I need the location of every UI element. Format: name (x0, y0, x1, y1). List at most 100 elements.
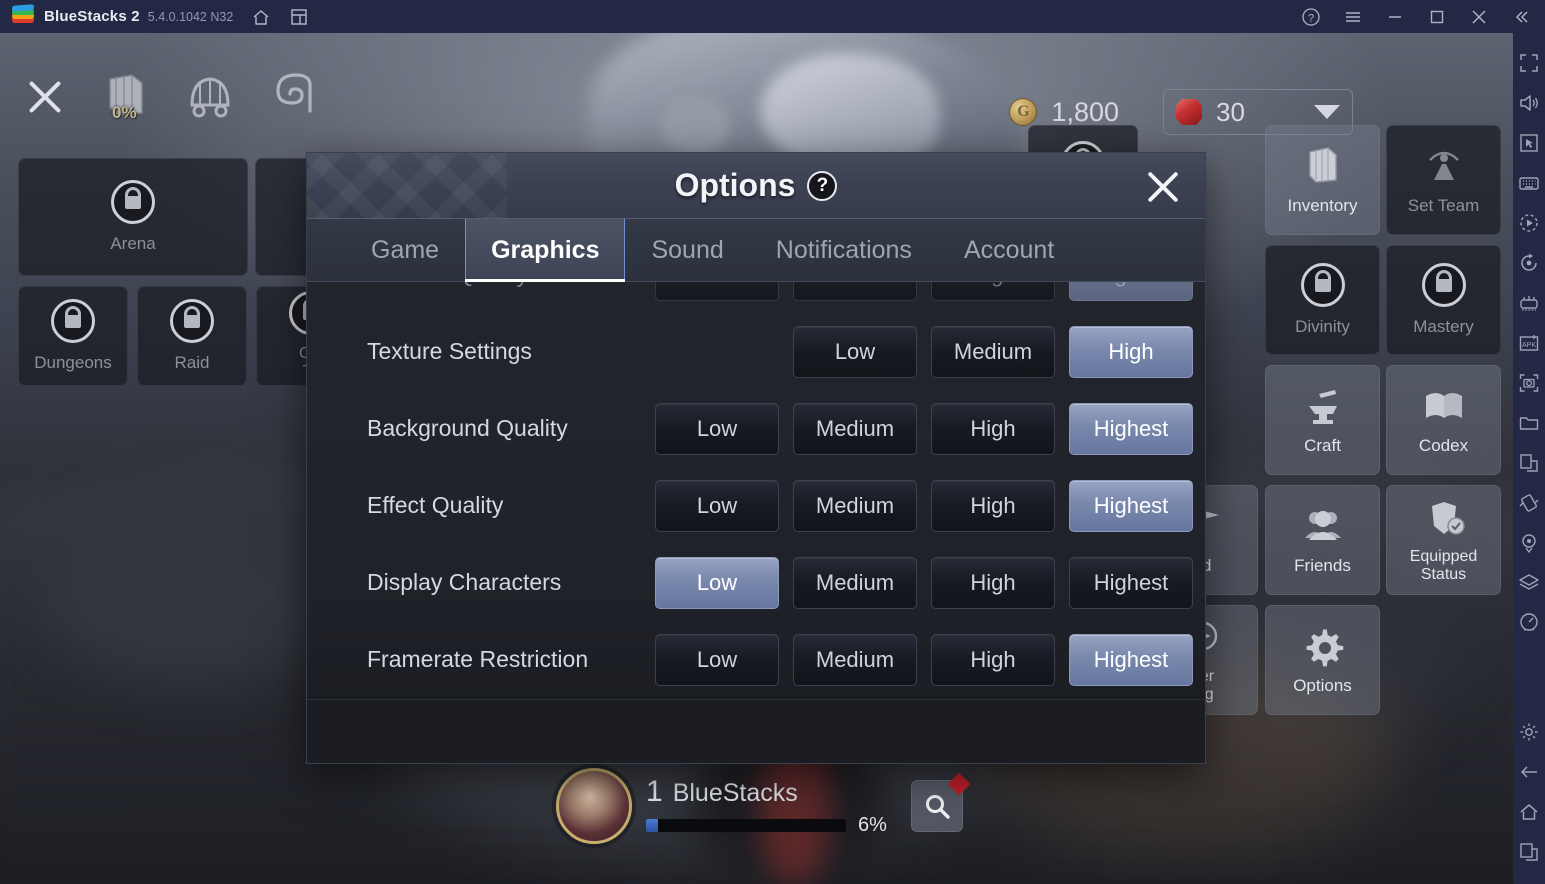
chevron-down-icon[interactable] (1314, 105, 1340, 119)
search-button[interactable] (910, 772, 971, 832)
game-tile-options[interactable]: Options (1265, 605, 1380, 715)
setting-options: Low Medium High (793, 325, 1193, 378)
rotate-icon[interactable] (1518, 252, 1540, 274)
game-tile-equipped-status[interactable]: Equipped Status (1386, 485, 1501, 595)
gamepad-icon[interactable] (1518, 292, 1540, 314)
lock-icon (1421, 263, 1466, 308)
game-tile-mastery[interactable]: Mastery (1386, 245, 1501, 355)
setting-option-button[interactable]: High (931, 556, 1055, 609)
lock-icon (111, 180, 155, 225)
setting-option-button[interactable]: High (931, 479, 1055, 532)
setting-option-button[interactable]: High (931, 282, 1055, 301)
tab-notifications[interactable]: Notifications (750, 219, 938, 281)
bluestacks-logo-icon (12, 3, 34, 28)
help-icon[interactable]: ? (807, 170, 838, 201)
setting-options: Low Medium High Highest (655, 282, 1193, 301)
layers-icon[interactable] (1518, 572, 1540, 594)
settings-gear-icon[interactable] (1518, 721, 1540, 743)
game-tile-arena[interactable]: Arena (18, 158, 248, 276)
game-close-button[interactable] (20, 71, 70, 121)
xp-percent-label: 6% (858, 814, 887, 836)
game-tile-set-team[interactable]: Set Team (1386, 125, 1501, 235)
help-icon[interactable]: ? (1301, 7, 1321, 27)
game-tile-dungeons[interactable]: Dungeons (18, 286, 128, 386)
menu-icon[interactable] (1343, 7, 1363, 27)
setting-option-button[interactable]: High (931, 402, 1055, 455)
setting-option-button[interactable]: Highest (1069, 402, 1193, 455)
meter-icon[interactable] (1518, 612, 1540, 634)
game-tile-raid[interactable]: Raid (137, 286, 247, 386)
game-tile-codex[interactable]: Codex (1386, 365, 1501, 475)
setting-option-button[interactable]: Medium (793, 556, 917, 609)
fullscreen-icon[interactable] (1518, 52, 1540, 74)
shake-icon[interactable] (1518, 492, 1540, 514)
tab-sound[interactable]: Sound (625, 219, 749, 281)
setting-option-button[interactable]: Highest (1069, 556, 1193, 609)
setting-option-button[interactable]: Low (655, 402, 779, 455)
setting-options: Low Medium High Highest (655, 402, 1193, 455)
portal-spiral-icon[interactable] (266, 71, 322, 121)
game-tile-friends[interactable]: Friends (1265, 485, 1380, 595)
gold-amount: 1,800 (1051, 96, 1119, 127)
gem-icon (1176, 99, 1202, 125)
folder-icon[interactable] (1518, 412, 1540, 434)
game-tile-craft[interactable]: Craft (1265, 365, 1380, 475)
install-apk-icon[interactable]: APK (1518, 332, 1540, 354)
setting-option-button[interactable]: Highest (1069, 282, 1193, 301)
multi-instance-icon[interactable] (289, 7, 309, 27)
scenery-tree (660, 95, 730, 155)
setting-option-button[interactable]: Medium (793, 479, 917, 532)
dialog-footer (307, 699, 1205, 763)
keyboard-icon[interactable] (1518, 172, 1540, 194)
caravan-icon[interactable] (182, 71, 238, 121)
tab-game[interactable]: Game (345, 219, 465, 281)
volume-icon[interactable] (1518, 92, 1540, 114)
tile-label: Codex (1418, 436, 1469, 456)
setting-option-button[interactable]: Medium (793, 402, 917, 455)
setting-option-button[interactable]: High (1069, 325, 1193, 378)
setting-option-button[interactable]: High (931, 633, 1055, 686)
location-icon[interactable] (1518, 532, 1540, 554)
game-tile-inventory[interactable]: Inventory (1265, 125, 1380, 235)
home-icon[interactable] (1518, 801, 1540, 823)
multi-instance-icon[interactable] (1518, 452, 1540, 474)
back-icon[interactable] (1518, 761, 1540, 783)
setting-option-button[interactable]: Low (793, 325, 917, 378)
setting-row: Background Quality Low Medium High Highest (307, 390, 1205, 467)
setting-option-button[interactable]: Low (655, 282, 779, 301)
tile-label: Dungeons (34, 353, 112, 373)
setting-option-button[interactable]: Medium (793, 633, 917, 686)
avatar[interactable] (556, 768, 632, 844)
close-icon[interactable] (1469, 7, 1489, 27)
gold-currency[interactable]: G 1,800 (1009, 97, 1141, 128)
game-tile-divinity[interactable]: Divinity (1265, 245, 1380, 355)
cursor-icon[interactable] (1518, 132, 1540, 154)
xp-bar-fill (646, 819, 658, 832)
tile-label: Mastery (1413, 317, 1474, 337)
setting-option-button[interactable]: Low (655, 556, 779, 609)
bag-icon[interactable]: 0% (98, 71, 154, 122)
maximize-icon[interactable] (1427, 7, 1447, 27)
app-name: BlueStacks 2 (44, 8, 140, 25)
anvil-icon (1301, 384, 1345, 428)
tab-account[interactable]: Account (938, 219, 1080, 281)
tab-graphics[interactable]: Graphics (465, 219, 626, 282)
setting-label: Effect Quality (367, 492, 504, 518)
screenshot-icon[interactable] (1518, 372, 1540, 394)
setting-option-button[interactable]: Low (655, 633, 779, 686)
dialog-title-group: Options ? (675, 167, 838, 204)
collapse-sidebar-icon[interactable] (1511, 7, 1531, 27)
setting-option-button[interactable]: Medium (793, 282, 917, 301)
settings-panel[interactable]: Shadow QualityLowMediumHighHighestTextur… (307, 282, 1205, 699)
setting-label: Framerate Restriction (367, 646, 589, 672)
minimize-icon[interactable] (1385, 7, 1405, 27)
dialog-close-button[interactable] (1141, 167, 1185, 207)
macro-record-icon[interactable] (1518, 212, 1540, 234)
setting-option-button[interactable]: Highest (1069, 479, 1193, 532)
recents-icon[interactable] (1518, 841, 1540, 863)
home-icon[interactable] (251, 7, 271, 27)
setting-row: Framerate Restriction Low Medium High Highes… (307, 621, 1205, 698)
setting-option-button[interactable]: Medium (931, 325, 1055, 378)
setting-option-button[interactable]: Low (655, 479, 779, 532)
setting-option-button[interactable]: Highest (1069, 633, 1193, 686)
